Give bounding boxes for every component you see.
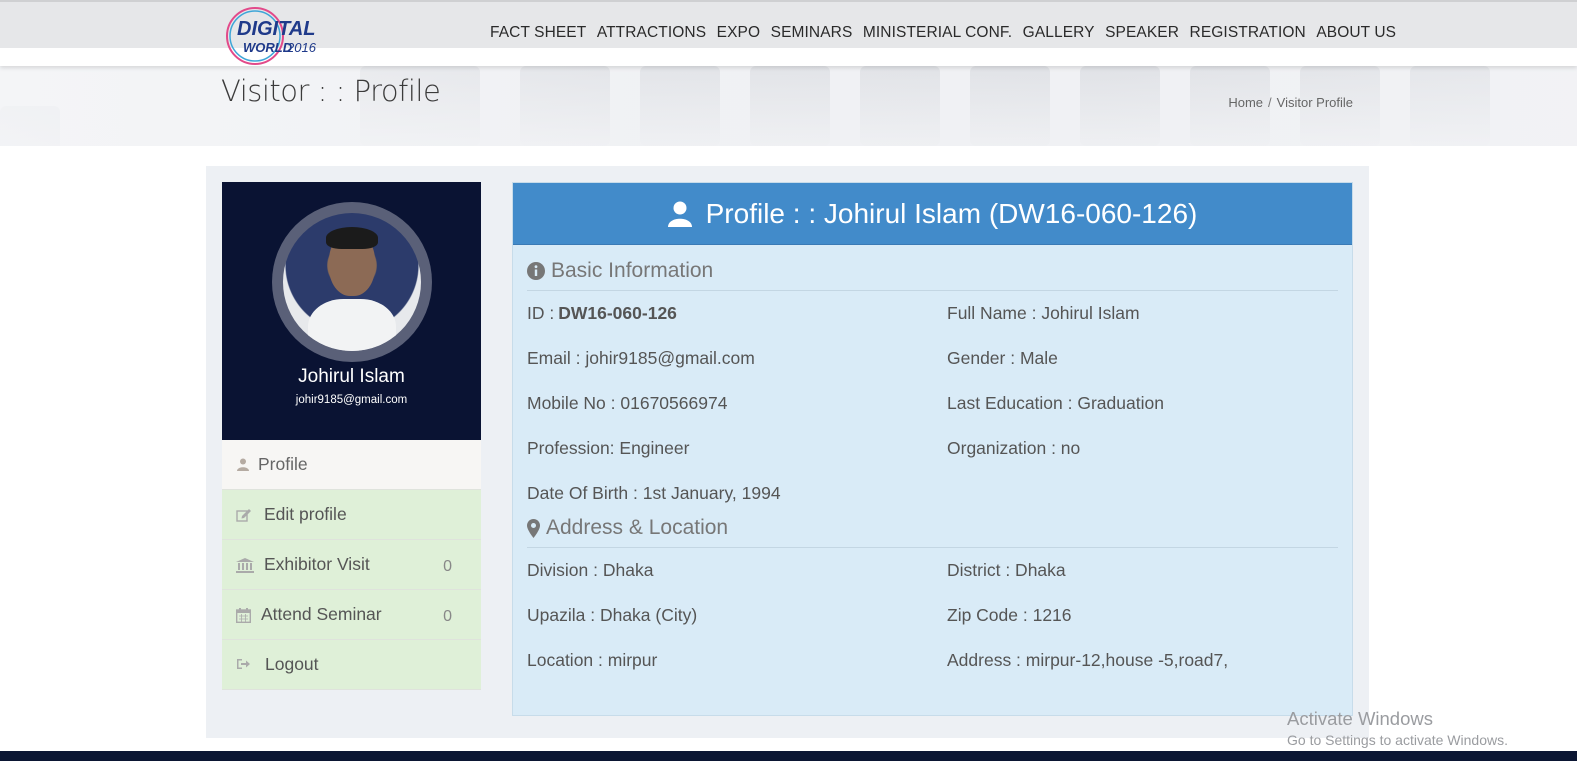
id-value: DW16-060-126 [558, 303, 677, 323]
breadcrumb-current: Visitor Profile [1276, 95, 1353, 110]
gender-field: Gender : Male [947, 348, 1058, 368]
main-nav: FACT SHEET ATTRACTIONS EXPO SEMINARS MIN… [490, 24, 1407, 42]
address-field: Address : mirpur-12,house -5,road7, [947, 650, 1229, 670]
nav-speaker[interactable]: SPEAKER [1105, 24, 1179, 42]
sidebar-profile-card: Johirul Islam johir9185@gmail.com [222, 182, 481, 440]
profile-header-title: Profile : : Johirul Islam (DW16-060-126) [705, 197, 1198, 229]
profile-header: Profile : : Johirul Islam (DW16-060-126) [513, 183, 1352, 245]
logo-icon: DIGITAL WORLD 2016 [226, 7, 317, 65]
sidebar-item-label: Profile [258, 454, 308, 474]
attend-seminar-count: 0 [443, 608, 452, 625]
user-icon [236, 458, 250, 472]
id-field: ID : DW16-060-126 [527, 291, 947, 336]
sidebar-item-edit-profile[interactable]: Edit profile [222, 490, 481, 540]
sidebar-item-profile[interactable]: Profile [222, 440, 481, 490]
mobile-field: Mobile No : 01670566974 [527, 393, 728, 413]
info-circle-icon [527, 262, 545, 280]
district-field: District : Dhaka [947, 560, 1066, 580]
full-name-field: Full Name : Johirul Islam [947, 303, 1140, 323]
avatar [272, 202, 432, 362]
nav-gallery[interactable]: GALLERY [1023, 24, 1095, 42]
zip-code-field: Zip Code : 1216 [947, 605, 1072, 625]
upazila-field: Upazila : Dhaka (City) [527, 605, 698, 625]
user-icon [667, 201, 692, 227]
map-marker-icon [527, 518, 540, 538]
nav-expo[interactable]: EXPO [717, 24, 760, 42]
breadcrumb: Home / Visitor Profile [1228, 95, 1353, 110]
email-field: Email : johir9185@gmail.com [527, 348, 755, 368]
top-navbar: DIGITAL WORLD 2016 FACT SHEET ATTRACTION… [0, 0, 1577, 66]
watermark-subtitle: Go to Settings to activate Windows. [1287, 732, 1508, 748]
nav-seminars[interactable]: SEMINARS [771, 24, 853, 42]
sidebar-item-exhibitor-visit[interactable]: Exhibitor Visit 0 [222, 540, 481, 590]
calendar-icon [235, 607, 252, 623]
location-field: Location : mirpur [527, 650, 658, 670]
svg-text:DIGITAL: DIGITAL [237, 18, 316, 40]
nav-registration[interactable]: REGISTRATION [1190, 24, 1306, 42]
sidebar-item-logout[interactable]: Logout [222, 640, 481, 690]
sidebar-user-email: johir9185@gmail.com [295, 394, 408, 406]
nav-about-us[interactable]: ABOUT US [1316, 24, 1396, 42]
profession-field: Profession: Engineer [527, 438, 690, 458]
breadcrumb-home[interactable]: Home [1228, 95, 1263, 110]
division-field: Division : Dhaka [527, 560, 654, 580]
svg-text:2016: 2016 [286, 40, 317, 55]
svg-text:WORLD: WORLD [243, 40, 293, 55]
nav-fact-sheet[interactable]: FACT SHEET [490, 24, 586, 42]
footer-bar [0, 751, 1577, 761]
edit-icon [236, 508, 251, 522]
address-location-heading: Address & Location [527, 516, 1338, 548]
sidebar-item-label: Attend Seminar [261, 604, 382, 624]
bank-icon [236, 557, 254, 573]
sidebar-item-label: Edit profile [264, 504, 347, 524]
profile-panel: Profile : : Johirul Islam (DW16-060-126)… [512, 182, 1353, 716]
breadcrumb-separator: / [1268, 95, 1272, 110]
sign-out-icon [236, 658, 250, 672]
id-label: ID : [527, 303, 555, 323]
exhibitor-visit-count: 0 [443, 558, 452, 575]
avatar-photo [283, 213, 421, 351]
section-title-text: Address & Location [546, 516, 729, 539]
education-field: Last Education : Graduation [947, 393, 1164, 413]
digital-world-logo[interactable]: DIGITAL WORLD 2016 [221, 7, 321, 65]
basic-information-heading: Basic Information [527, 245, 1338, 291]
section-title-text: Basic Information [551, 259, 714, 282]
page-title: Visitor : : Profile [221, 74, 441, 108]
organization-field: Organization : no [947, 438, 1081, 458]
sidebar-user-name: Johirul Islam [298, 366, 405, 387]
sidebar-item-attend-seminar[interactable]: Attend Seminar 0 [222, 590, 481, 640]
nav-ministerial-conf[interactable]: MINISTERIAL CONF. [863, 24, 1012, 42]
address-grid: Division : Dhaka District : Dhaka Upazil… [527, 548, 1352, 683]
watermark-title: Activate Windows [1287, 708, 1433, 729]
sidebar-item-label: Logout [265, 654, 319, 674]
basic-information-grid: ID : DW16-060-126 Full Name : Johirul Isl… [527, 291, 1352, 516]
nav-attractions[interactable]: ATTRACTIONS [597, 24, 706, 42]
date-of-birth-field: Date Of Birth : 1st January, 1994 [527, 483, 781, 503]
activate-windows-watermark: Activate Windows Go to Settings to activ… [1287, 708, 1508, 748]
sidebar-item-label: Exhibitor Visit [264, 554, 370, 574]
profile-sidebar: Johirul Islam johir9185@gmail.com Profil… [222, 182, 481, 690]
